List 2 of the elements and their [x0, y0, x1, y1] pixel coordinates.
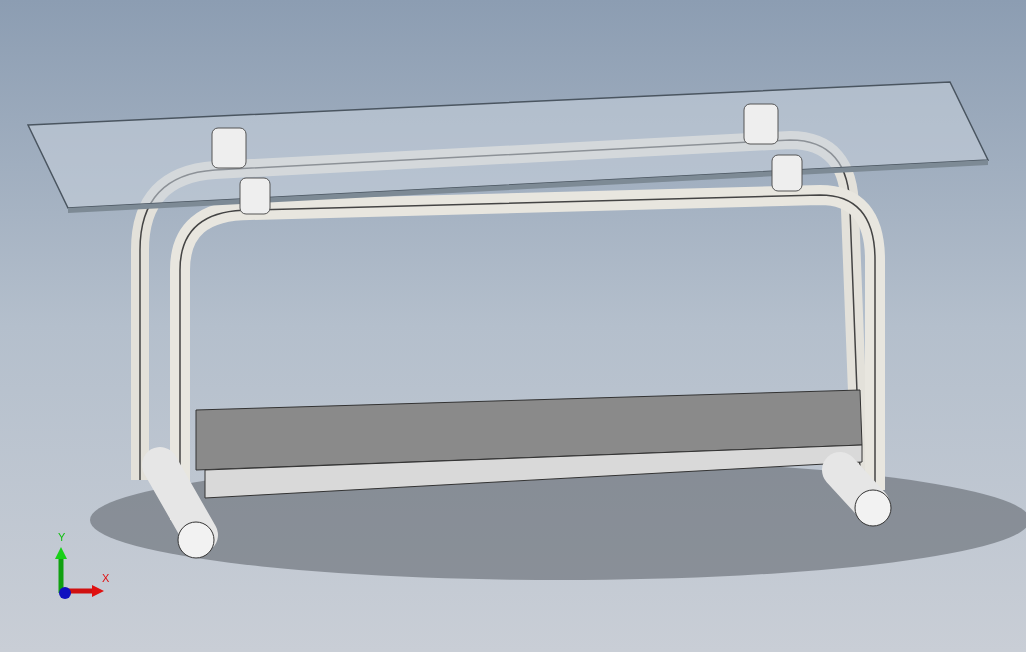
axis-label: Y: [58, 532, 66, 543]
axis-label: X: [102, 573, 110, 584]
